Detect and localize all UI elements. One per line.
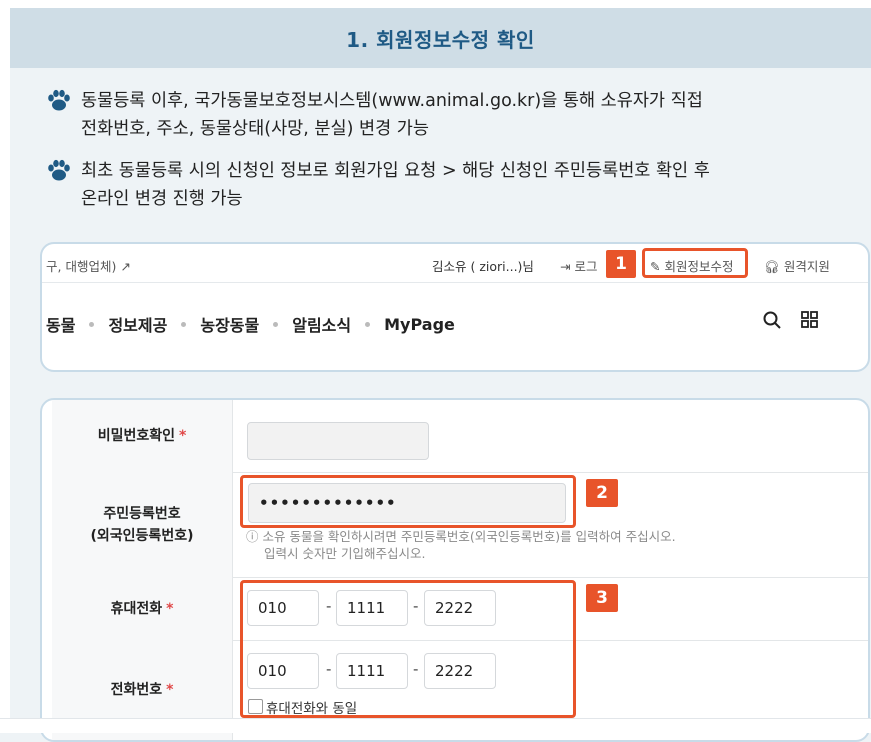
nav-separator	[181, 321, 187, 327]
bullet-item: 동물등록 이후, 국가동물보호정보시스템(www.animal.go.kr)을 …	[45, 87, 703, 143]
external-link-icon: ↗	[120, 259, 131, 274]
remote-support-link[interactable]: 🎧︎ 원격지원	[764, 256, 830, 275]
foreigner-label: (외국인등록번호)	[90, 527, 194, 544]
remote-label: 원격지원	[783, 259, 830, 274]
headset-icon: 🎧︎	[764, 259, 784, 274]
form-row-password-confirm: 비밀번호확인 *	[52, 400, 868, 473]
paw-icon	[48, 159, 70, 181]
nav-item-mypage[interactable]: MyPage	[384, 315, 455, 334]
resident-hint: ⓘ 소유 동물을 확인하시려면 주민등록번호(외국인등록번호)를 입력하여 주십…	[246, 529, 676, 544]
section-header: 1. 회원정보수정 확인	[10, 8, 871, 68]
logout-link[interactable]: ⇥ 로그	[560, 256, 597, 275]
resident-label: 주민등록번호	[103, 505, 181, 522]
field-label: 휴대전화 *	[52, 577, 233, 640]
required-mark: *	[166, 600, 174, 617]
grid-menu-icon[interactable]	[800, 310, 820, 330]
field-label: 비밀번호확인 *	[52, 400, 233, 472]
annotation-badge-2: 2	[586, 479, 618, 507]
logout-label: 로그	[574, 259, 598, 274]
bullet-line: 온라인 변경 진행 가능	[81, 189, 243, 209]
bullet-line: 최초 동물등록 시의 신청인 정보로 회원가입 요청 > 해당 신청인 주민등록…	[81, 161, 710, 181]
util-left-label: 구, 대행업체)	[46, 259, 117, 274]
nav-item[interactable]: 동물	[46, 312, 75, 336]
nav-separator	[89, 321, 95, 327]
bullet-item: 최초 동물등록 시의 신청인 정보로 회원가입 요청 > 해당 신청인 주민등록…	[45, 157, 710, 213]
annotation-badge-3: 3	[586, 584, 618, 612]
nav-item[interactable]: 정보제공	[108, 312, 167, 336]
paw-icon	[48, 89, 70, 111]
required-mark: *	[166, 682, 174, 698]
required-mark: *	[178, 428, 187, 444]
bullet-line: 동물등록 이후, 국가동물보호정보시스템(www.animal.go.kr)을 …	[81, 91, 703, 111]
mobile-label: 휴대전화	[110, 600, 163, 617]
logout-icon: ⇥	[560, 259, 575, 274]
nav-separator	[365, 321, 371, 327]
nav-icons	[762, 310, 820, 330]
highlight-box-2	[240, 475, 576, 528]
field-label: 주민등록번호 (외국인등록번호)	[52, 472, 233, 577]
annotation-badge-1: 1	[606, 250, 636, 278]
phone-label: 전화번호	[110, 682, 163, 698]
user-name: 김소유 ( ziori...)님	[432, 259, 534, 274]
bottom-strip	[0, 718, 871, 733]
search-icon[interactable]	[762, 310, 782, 330]
password-confirm-label: 비밀번호확인	[97, 428, 175, 444]
bullet-line: 전화번호, 주소, 동물상태(사망, 분실) 변경 가능	[81, 119, 429, 139]
password-confirm-input[interactable]	[247, 422, 429, 460]
util-left-link[interactable]: 구, 대행업체) ↗	[46, 256, 131, 275]
highlight-box-1	[642, 248, 748, 278]
nav-item[interactable]: 알림소식	[292, 312, 351, 336]
nav-item[interactable]: 농장동물	[200, 312, 259, 336]
highlight-box-3	[240, 580, 576, 718]
section-title: 1. 회원정보수정 확인	[346, 27, 535, 52]
resident-hint-digits: 입력시 숫자만 기입해주십시오.	[264, 546, 426, 561]
main-nav: 동물 정보제공 농장동물 알림소식 MyPage	[46, 312, 455, 336]
nav-separator	[273, 321, 279, 327]
